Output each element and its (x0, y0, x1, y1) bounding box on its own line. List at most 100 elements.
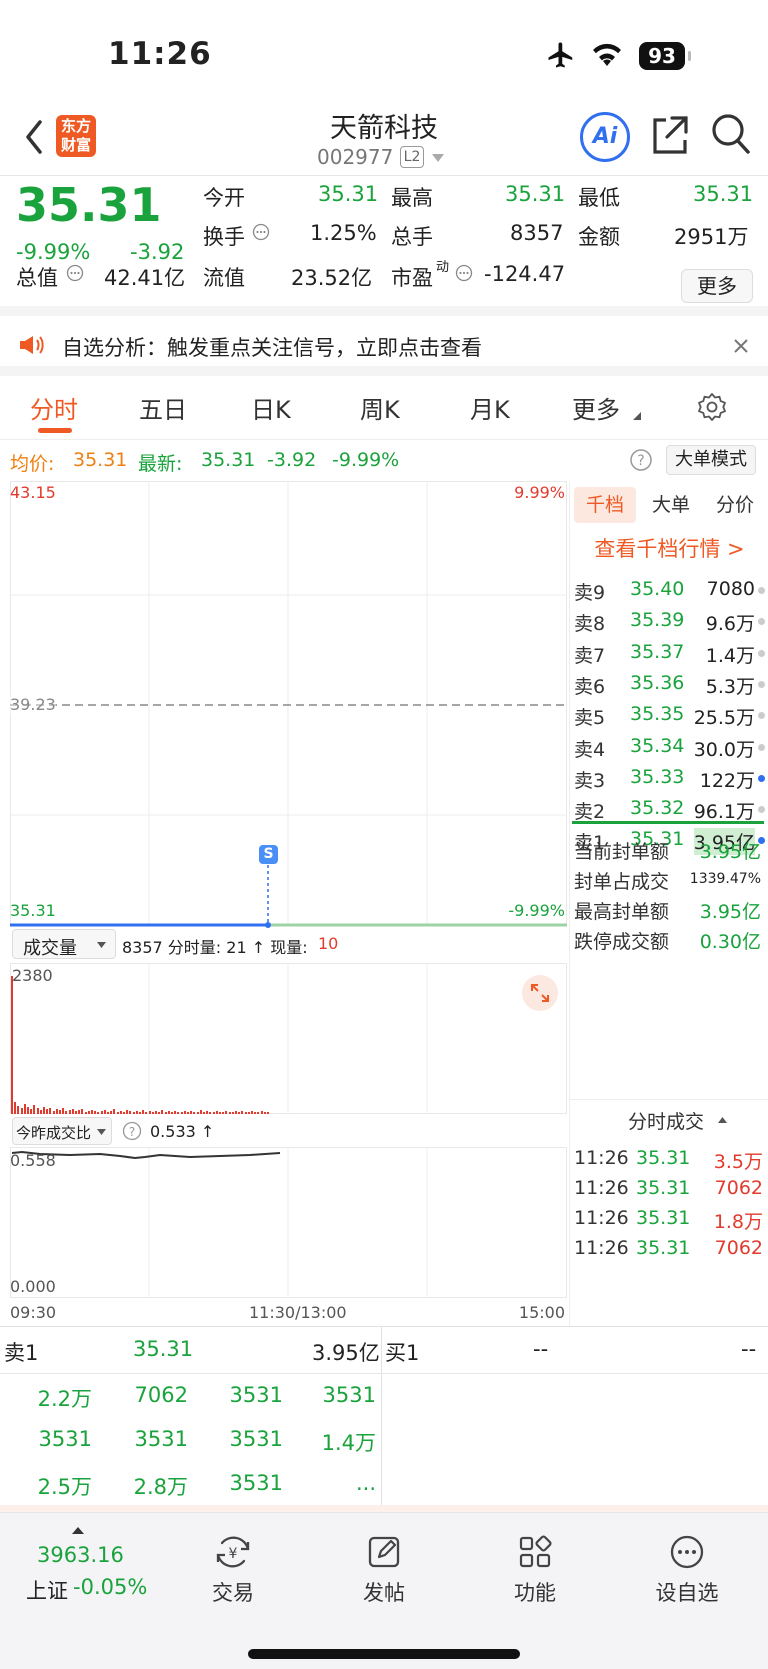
volume-bar (228, 1112, 231, 1114)
tick-volume: 1.8万 (713, 1211, 763, 1233)
volume-bar (161, 1110, 164, 1114)
nav-functions[interactable]: 功能 (485, 1533, 585, 1607)
help-icon[interactable]: ? (122, 1121, 142, 1141)
buy1-price: -- (533, 1337, 549, 1361)
intraday-chart[interactable]: 43.15 9.99% 39.23 35.31 -9.99% S 成交量 835… (10, 481, 567, 1326)
tab-price-distribution[interactable]: 分价 (704, 487, 766, 523)
level2-badge[interactable]: L2 (400, 146, 424, 168)
status-bar: 11:26 93 (0, 0, 768, 100)
caret-down-icon[interactable] (432, 154, 444, 162)
more-info-icon[interactable] (252, 223, 270, 241)
volume-bar (113, 1109, 116, 1114)
ask-row[interactable]: 卖4 35.34 30.0万 (570, 731, 768, 762)
more-info-icon[interactable] (455, 264, 473, 282)
tick-price: 35.31 (636, 1207, 691, 1229)
volume-bar (145, 1112, 148, 1114)
volume-bar (68, 1110, 71, 1114)
volume-bar (155, 1111, 157, 1114)
volume-indicator-dropdown[interactable]: 成交量 (12, 929, 116, 959)
more-info-icon[interactable] (66, 264, 84, 282)
ask-row[interactable]: 卖6 35.36 5.3万 (570, 668, 768, 699)
volume-bar (260, 1111, 263, 1114)
volume-bar (116, 1112, 119, 1114)
help-icon[interactable]: ? (629, 448, 653, 472)
tab-five-day[interactable]: 五日 (139, 390, 187, 425)
ai-button[interactable]: Ai (580, 112, 630, 162)
ask-row[interactable]: 卖8 35.39 9.6万 (570, 605, 768, 636)
svg-text:¥: ¥ (229, 1546, 238, 1562)
volume-bar (238, 1112, 241, 1114)
latest-percent: -9.99% (332, 449, 400, 471)
volume-bar (14, 1102, 17, 1114)
index-name: 上证 (26, 1579, 68, 1603)
tab-big-order[interactable]: 大单 (640, 487, 702, 523)
ticks-title[interactable]: 分时成交 (628, 1107, 704, 1134)
nav-add-watchlist[interactable]: 设自选 (637, 1533, 737, 1607)
ask-row[interactable]: 卖7 35.37 1.4万 (570, 637, 768, 668)
volume-bar (257, 1112, 260, 1114)
volume-bar (171, 1112, 173, 1114)
seal-stat-value: 3.95亿 (699, 901, 761, 923)
ratio-value: 0.533 ↑ (150, 1122, 215, 1141)
volume-bar (203, 1112, 205, 1114)
order-dot-icon (758, 587, 765, 594)
ask-row[interactable]: 卖9 35.40 7080 (570, 574, 768, 605)
grid-icon (519, 1535, 552, 1568)
ask-row[interactable]: 卖5 35.35 25.5万 (570, 699, 768, 730)
ask-volume: 9.6万 (705, 613, 755, 636)
volume-bar (46, 1109, 49, 1114)
ask-level-label: 卖5 (574, 707, 606, 730)
search-icon[interactable] (710, 112, 752, 156)
ratio-indicator-dropdown[interactable]: 今昨成交比 (12, 1117, 112, 1145)
ask-row[interactable]: 卖2 35.32 96.1万 (570, 793, 768, 824)
ask-volume: 122万 (699, 769, 755, 792)
big-order-mode-button[interactable]: 大单模式 (666, 445, 756, 475)
stock-code: 002977 (317, 145, 394, 169)
nav-post[interactable]: 发帖 (334, 1533, 434, 1607)
volume-bar (174, 1111, 177, 1114)
tick-volume: 3.5万 (713, 1151, 763, 1173)
volume-bar (62, 1108, 65, 1114)
avg-label: 均价: (10, 453, 55, 475)
index-ticker[interactable]: 3963.16 上证 -0.05% (0, 1513, 160, 1613)
tab-daily-k[interactable]: 日K (251, 390, 291, 425)
queue-cell: ... (355, 1471, 376, 1495)
settings-gear-icon[interactable] (697, 392, 727, 422)
queue-divider (381, 1327, 382, 1513)
tab-thousand-level[interactable]: 千档 (574, 487, 636, 523)
tab-intraday[interactable]: 分时 (30, 390, 78, 425)
speaker-icon (20, 336, 44, 354)
analysis-banner[interactable]: 自选分析：触发重点关注信号，立即点击查看 (0, 316, 768, 376)
volume-bar (33, 1105, 36, 1114)
close-icon[interactable] (733, 338, 749, 354)
ratio-bottom-label: 0.000 (10, 1277, 56, 1296)
tab-weekly-k[interactable]: 周K (360, 390, 400, 425)
volume-bar (100, 1111, 103, 1114)
tick-volume: 7062 (714, 1237, 763, 1259)
thousand-level-link[interactable]: 查看千档行情 > (570, 533, 768, 563)
turnover-value: 1.25% (310, 221, 377, 245)
tick-row: 11:26 35.31 7062 (570, 1173, 768, 1204)
sort-up-icon (718, 1117, 727, 1123)
ticks-divider (570, 1099, 768, 1100)
open-label: 今开 (203, 186, 245, 210)
ask-row[interactable]: 卖3 35.33 122万 (570, 762, 768, 793)
volume-bar (196, 1112, 199, 1114)
nav-trade[interactable]: ¥ 交易 (183, 1533, 283, 1607)
banner-text[interactable]: 自选分析：触发重点关注信号，立即点击查看 (62, 332, 482, 362)
quote-panel: 35.31 -9.99% -3.92 今开 35.31 最高 35.31 最低 … (0, 176, 768, 316)
tick-row: 11:26 35.31 1.8万 (570, 1203, 768, 1234)
seal-stat-label: 封单占成交 (574, 871, 670, 893)
tab-more[interactable]: 更多 (572, 390, 620, 425)
high-value: 35.31 (505, 182, 566, 206)
order-dot-icon (758, 712, 765, 720)
share-icon[interactable] (650, 114, 690, 156)
volume-bar (94, 1111, 97, 1114)
signal-marker[interactable]: S (259, 845, 278, 864)
volume-value: 8357 (510, 221, 564, 245)
volume-bar (49, 1108, 52, 1114)
more-button[interactable]: 更多 (681, 269, 753, 303)
order-dot-icon (758, 774, 765, 782)
tab-monthly-k[interactable]: 月K (470, 390, 510, 425)
tick-time: 11:26 (574, 1177, 629, 1199)
